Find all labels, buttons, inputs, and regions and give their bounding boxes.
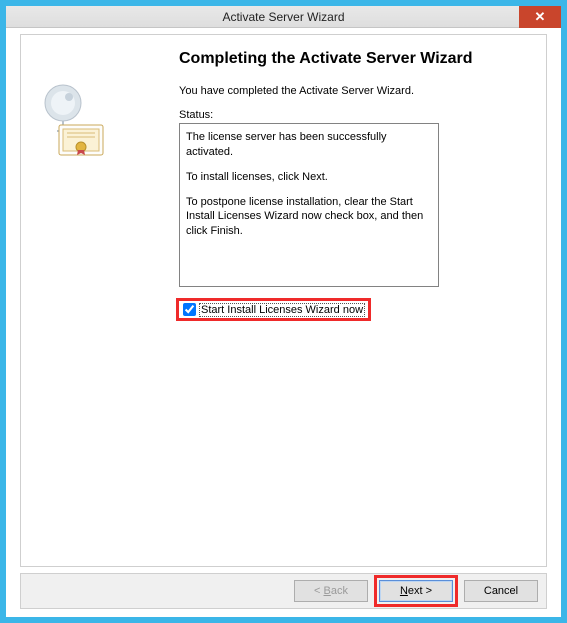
start-install-wizard-label[interactable]: Start Install Licenses Wizard now xyxy=(200,304,364,316)
close-button[interactable]: ✕ xyxy=(519,6,561,28)
start-install-wizard-checkbox[interactable] xyxy=(183,303,196,316)
status-label: Status: xyxy=(179,109,536,121)
titlebar: Activate Server Wizard ✕ xyxy=(6,6,561,28)
page-title: Completing the Activate Server Wizard xyxy=(179,49,536,69)
status-line: To postpone license installation, clear … xyxy=(186,195,432,240)
wizard-graphic xyxy=(33,77,113,157)
next-button[interactable]: Next > xyxy=(379,580,453,602)
status-line: To install licenses, click Next. xyxy=(186,170,432,185)
back-button: < Back xyxy=(294,580,368,602)
status-line: The license server has been successfully… xyxy=(186,130,432,160)
next-button-highlight: Next > xyxy=(374,575,458,607)
intro-text: You have completed the Activate Server W… xyxy=(179,85,536,97)
status-textbox: The license server has been successfully… xyxy=(179,123,439,287)
window-title: Activate Server Wizard xyxy=(222,10,344,24)
cancel-button[interactable]: Cancel xyxy=(464,580,538,602)
button-bar: < Back Next > Cancel xyxy=(20,573,547,609)
main-pane: Completing the Activate Server Wizard Yo… xyxy=(179,49,536,556)
content-pane: Completing the Activate Server Wizard Yo… xyxy=(20,34,547,567)
wizard-window: Activate Server Wizard ✕ Completing the … xyxy=(0,0,567,623)
close-icon: ✕ xyxy=(535,9,546,25)
start-install-wizard-checkbox-row[interactable]: Start Install Licenses Wizard now xyxy=(179,301,368,318)
